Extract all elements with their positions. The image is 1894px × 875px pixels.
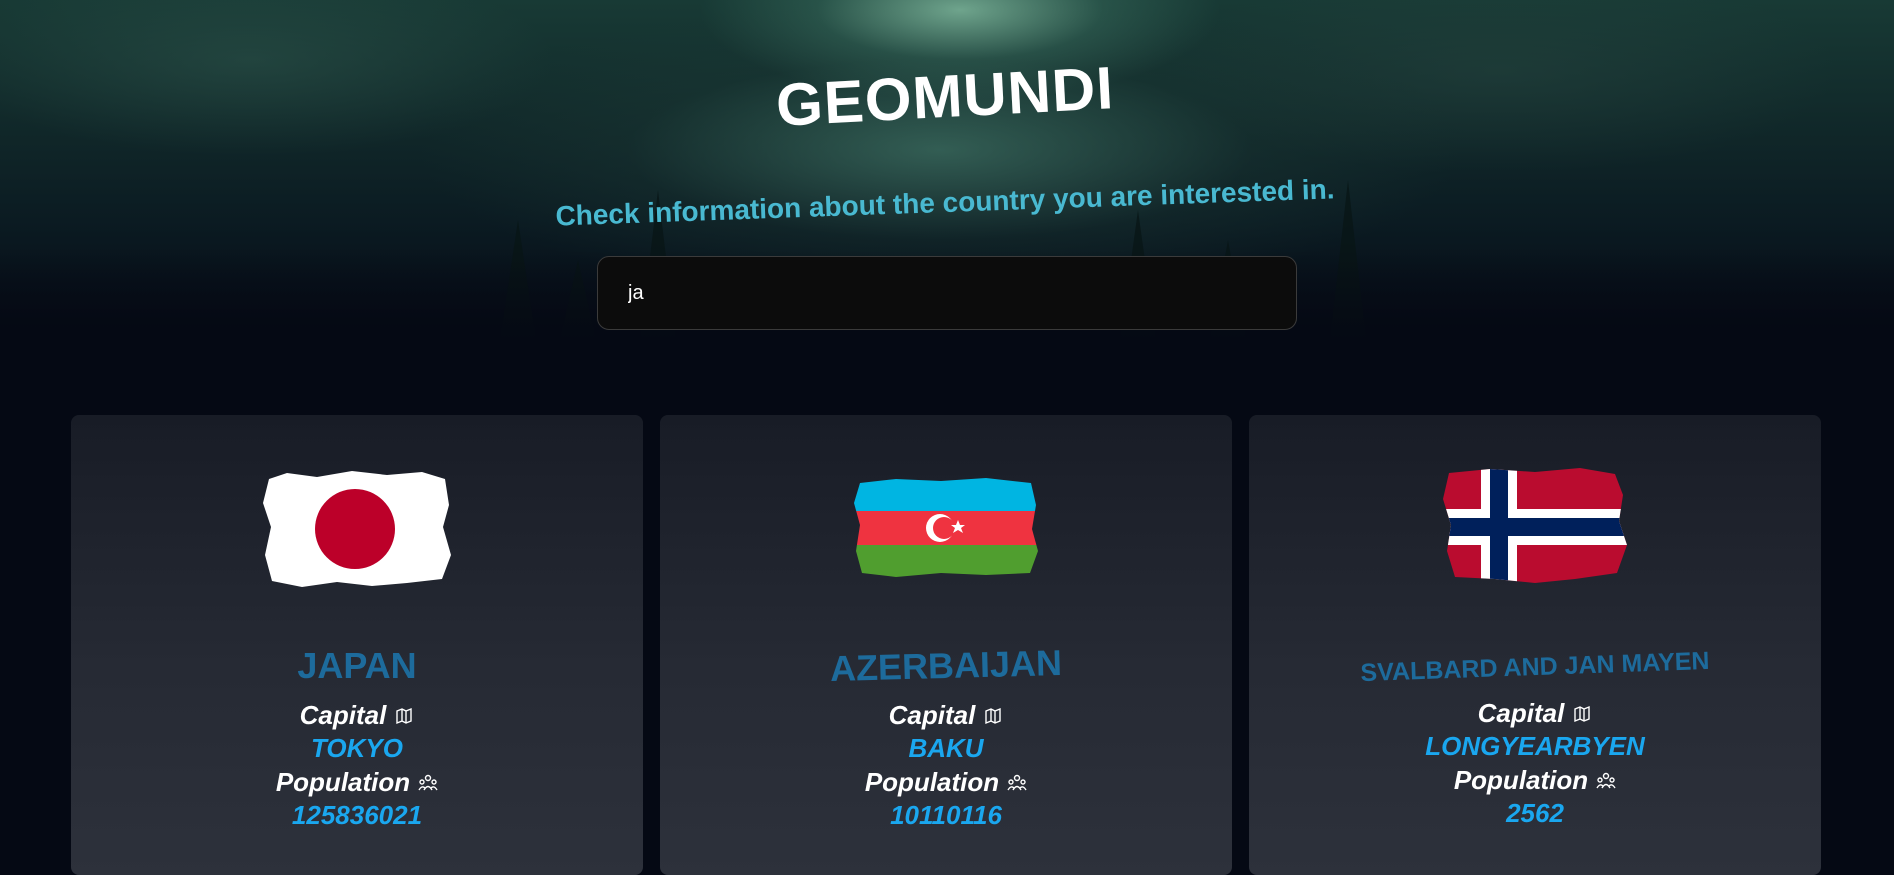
population-label-text: Population	[864, 767, 1000, 797]
country-name: JAPAN	[297, 645, 417, 686]
country-name: AZERBAIJAN	[829, 641, 1063, 690]
population-label: Population	[660, 767, 1232, 800]
population-value: 10110116	[890, 800, 1002, 830]
capital-value: LONGYEARBYEN	[1425, 731, 1645, 761]
map-pin-icon	[1572, 700, 1592, 730]
population-value: 125836021	[291, 800, 423, 830]
country-name: SVALBARD AND JAN MAYEN	[1360, 646, 1710, 688]
country-card[interactable]: SVALBARD AND JAN MAYEN Capital LONGYEARB…	[1249, 415, 1821, 875]
azerbaijan-flag	[846, 465, 1046, 590]
capital-label-text: Capital	[299, 700, 387, 730]
search-box	[597, 256, 1297, 330]
population-value: 2562	[1506, 798, 1564, 828]
population-label-text: Population	[275, 767, 411, 797]
search-input[interactable]	[598, 257, 1296, 329]
capital-label: Capital	[1249, 698, 1821, 731]
capital-value: TOKYO	[311, 733, 403, 763]
people-icon	[1007, 769, 1027, 799]
people-icon	[418, 769, 438, 799]
norway-flag	[1435, 465, 1635, 590]
population-label-text: Population	[1453, 765, 1589, 795]
map-pin-icon	[983, 702, 1003, 732]
population-label: Population	[1249, 765, 1821, 798]
capital-label-text: Capital	[1477, 698, 1565, 728]
people-icon	[1596, 767, 1616, 797]
capital-label: Capital	[660, 700, 1232, 733]
capital-label: Capital	[71, 700, 643, 733]
map-pin-icon	[394, 702, 414, 732]
capital-value: BAKU	[908, 733, 984, 763]
country-card[interactable]: AZERBAIJAN Capital BAKU Population 10110…	[660, 415, 1232, 875]
population-label: Population	[71, 767, 643, 800]
japan-flag	[257, 465, 457, 590]
capital-label-text: Capital	[888, 700, 976, 730]
country-card[interactable]: JAPAN Capital TOKYO Population 125836021	[71, 415, 643, 875]
